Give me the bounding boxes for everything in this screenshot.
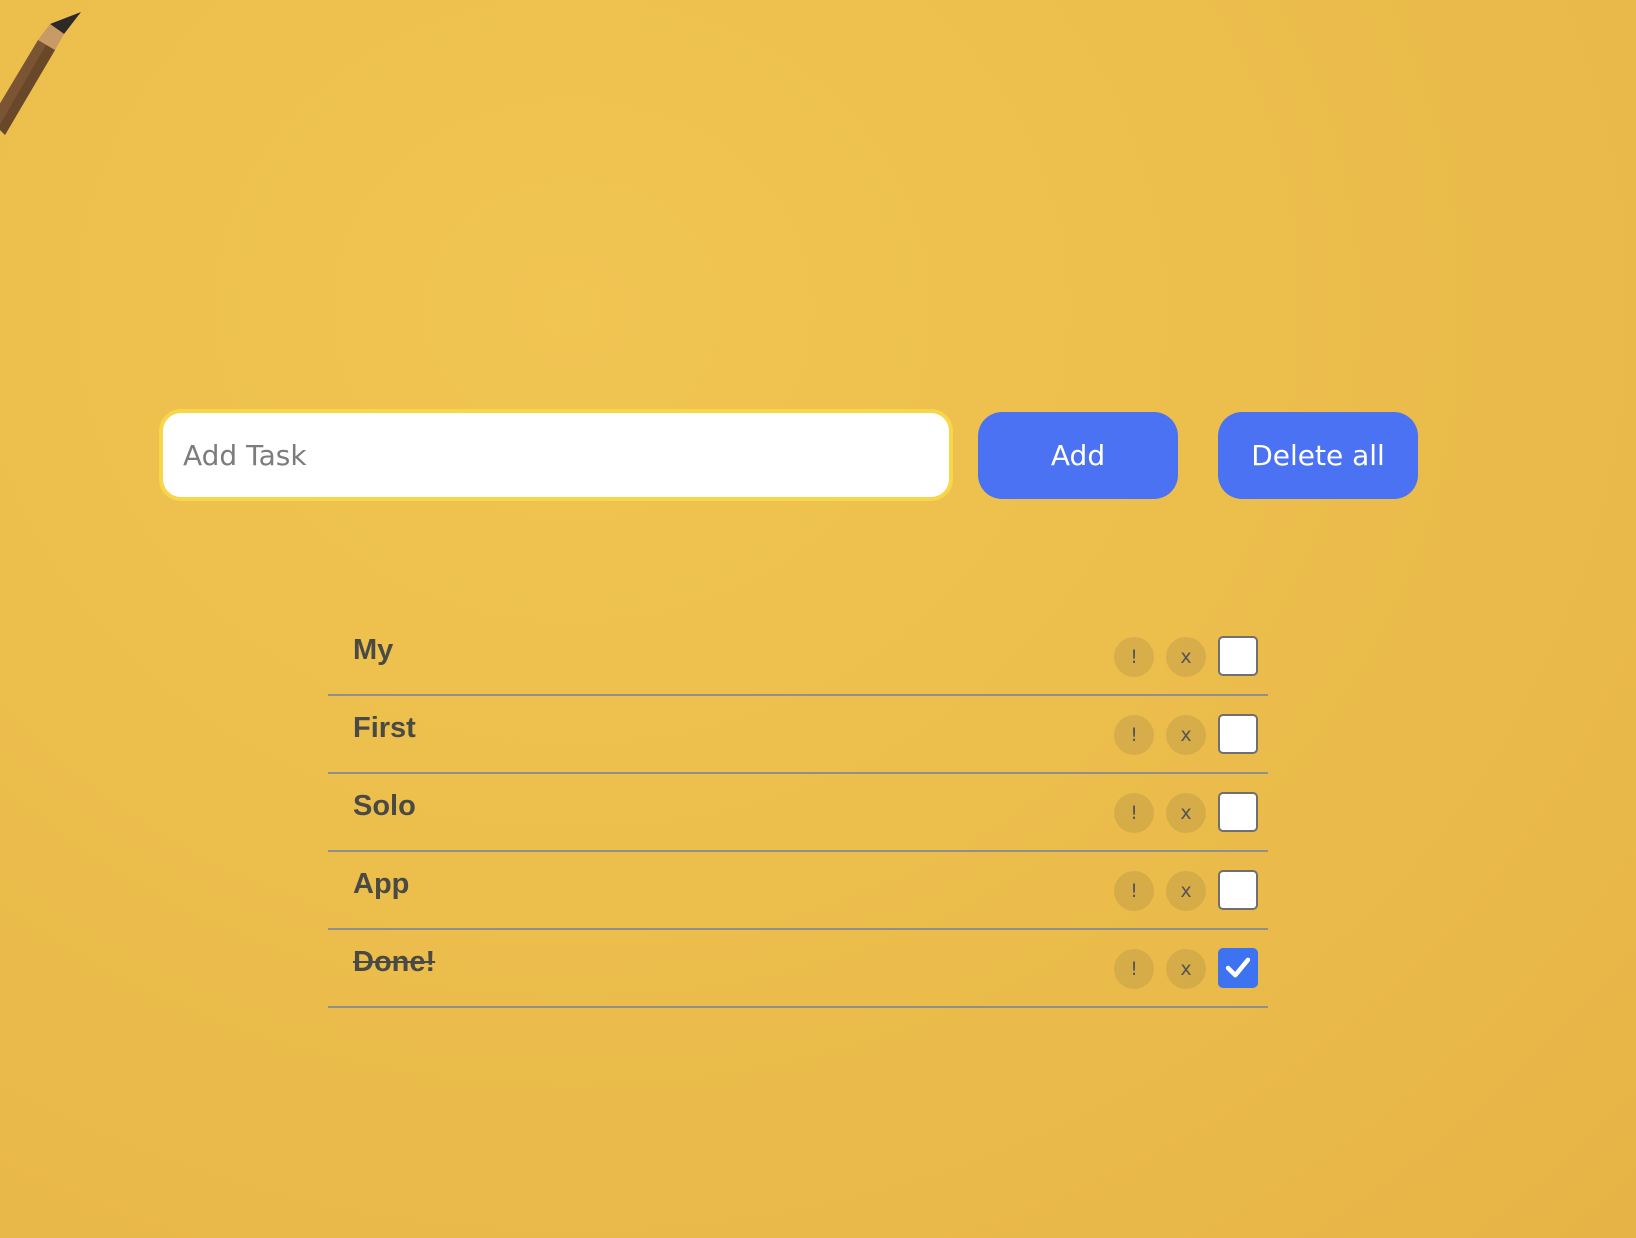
task-label: Solo: [353, 790, 416, 822]
task-checkbox[interactable]: [1218, 792, 1258, 832]
task-list: My ! x First ! x Solo ! x App ! x Done! …: [328, 618, 1268, 1008]
add-button[interactable]: Add: [978, 412, 1178, 499]
remove-task-button[interactable]: x: [1166, 949, 1206, 989]
task-checkbox[interactable]: [1218, 636, 1258, 676]
task-label: My: [353, 634, 394, 666]
mark-important-button[interactable]: !: [1114, 637, 1154, 677]
add-task-input[interactable]: [159, 409, 953, 501]
remove-task-button[interactable]: x: [1166, 793, 1206, 833]
task-checkbox[interactable]: [1218, 714, 1258, 754]
mark-important-button[interactable]: !: [1114, 871, 1154, 911]
task-checkbox[interactable]: [1218, 870, 1258, 910]
mark-important-button[interactable]: !: [1114, 949, 1154, 989]
task-item: Solo ! x: [328, 774, 1268, 852]
task-item: My ! x: [328, 618, 1268, 696]
add-task-bar: Add Delete all: [159, 409, 1419, 501]
mark-important-button[interactable]: !: [1114, 715, 1154, 755]
task-item: App ! x: [328, 852, 1268, 930]
checkmark-icon: [1225, 957, 1251, 978]
mark-important-button[interactable]: !: [1114, 793, 1154, 833]
pencil-decoration: [0, 12, 81, 135]
delete-all-button[interactable]: Delete all: [1218, 412, 1418, 499]
task-label: App: [353, 868, 410, 900]
remove-task-button[interactable]: x: [1166, 715, 1206, 755]
task-label: First: [353, 712, 416, 744]
task-checkbox[interactable]: [1218, 948, 1258, 988]
task-item: Done! ! x: [328, 930, 1268, 1008]
remove-task-button[interactable]: x: [1166, 871, 1206, 911]
remove-task-button[interactable]: x: [1166, 637, 1206, 677]
task-item: First ! x: [328, 696, 1268, 774]
task-label: Done!: [353, 946, 436, 978]
